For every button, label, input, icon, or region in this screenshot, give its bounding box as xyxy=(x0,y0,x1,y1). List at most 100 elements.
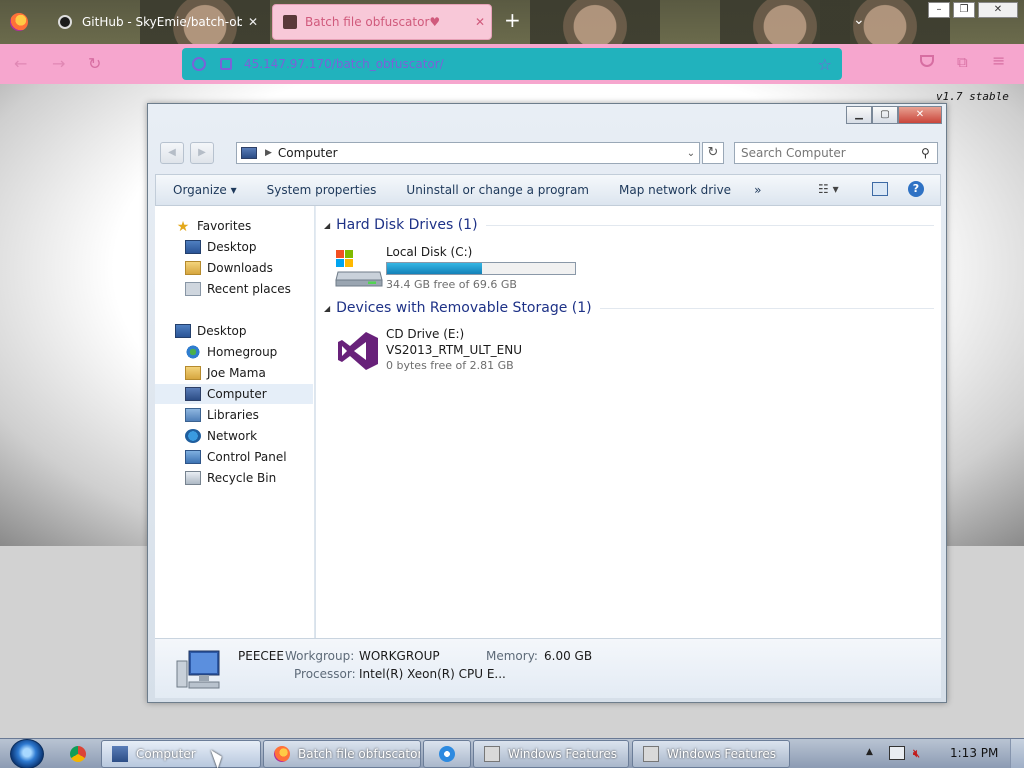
breadcrumb-chevron-icon[interactable]: ▶ xyxy=(265,148,272,158)
show-hidden-icons-icon[interactable]: ▲ xyxy=(866,747,873,757)
sidebar-item-label: Control Panel xyxy=(207,450,287,464)
computer-icon xyxy=(241,147,257,159)
hard-drive-icon xyxy=(335,250,383,287)
page-favicon-icon xyxy=(283,15,297,29)
group-header-hard-disks[interactable]: ◢ Hard Disk Drives (1) xyxy=(324,217,934,233)
url-text[interactable]: 45.147.97.170/batch_obfuscator/ xyxy=(244,57,818,71)
sidebar-item-favorites[interactable]: ★ Favorites xyxy=(155,216,313,236)
close-window-button[interactable]: ✕ xyxy=(978,2,1018,18)
sidebar-item-label: Favorites xyxy=(197,219,252,233)
close-button[interactable]: ✕ xyxy=(898,106,942,124)
close-tab-icon[interactable]: ✕ xyxy=(242,15,264,29)
sidebar-item-homegroup[interactable]: Homegroup xyxy=(155,342,313,362)
more-commands-button[interactable]: » xyxy=(746,183,769,197)
taskbar-button-firefox[interactable]: Batch file obfuscator... xyxy=(263,740,421,768)
address-bar[interactable]: ▶ Computer ⌄ xyxy=(236,142,700,164)
forward-arrow-icon[interactable]: ▶ xyxy=(190,142,214,164)
back-arrow-icon[interactable]: ◀ xyxy=(160,142,184,164)
taskbar-button-windows-features-2[interactable]: Windows Features xyxy=(632,740,790,768)
search-box[interactable]: ⚲ xyxy=(734,142,938,164)
collapse-triangle-icon[interactable]: ◢ xyxy=(324,221,330,230)
search-icon[interactable]: ⚲ xyxy=(921,146,937,160)
sidebar-item-control-panel[interactable]: Control Panel xyxy=(155,447,313,467)
taskbar-button-ie[interactable] xyxy=(423,740,471,768)
navigation-pane: ★ Favorites Desktop Downloads Recent pla… xyxy=(155,206,315,638)
sidebar-item-desktop-root[interactable]: Desktop xyxy=(155,321,313,341)
close-tab-icon[interactable]: ✕ xyxy=(469,15,491,29)
taskbar-button-windows-features[interactable]: Windows Features xyxy=(473,740,629,768)
group-title: Hard Disk Drives (1) xyxy=(336,217,478,233)
user-folder-icon xyxy=(185,366,201,380)
network-icon[interactable] xyxy=(889,746,905,760)
computer-icon xyxy=(185,387,201,401)
background-image xyxy=(530,0,660,44)
maximize-button[interactable]: ▢ xyxy=(872,106,898,124)
processor-label: Processor: xyxy=(294,667,356,681)
sidebar-item-label: Downloads xyxy=(207,261,273,275)
firefox-icon xyxy=(274,746,290,762)
start-button[interactable] xyxy=(10,739,44,768)
reload-icon[interactable]: ↻ xyxy=(88,54,101,73)
sidebar-item-desktop[interactable]: Desktop xyxy=(155,237,313,257)
breadcrumb[interactable]: Computer xyxy=(278,146,683,160)
volume-muted-icon[interactable]: 🔇︎ xyxy=(913,747,920,761)
sidebar-item-user[interactable]: Joe Mama xyxy=(155,363,313,383)
view-options-icon[interactable]: ☷ ▾ xyxy=(818,182,839,196)
chevron-down-icon[interactable]: ⌄ xyxy=(853,12,865,28)
taskbar: Computer Batch file obfuscator... Window… xyxy=(0,738,1024,768)
sidebar-item-label: Desktop xyxy=(197,324,247,338)
refresh-icon[interactable]: ↻ xyxy=(702,142,724,164)
page-info-icon[interactable] xyxy=(220,58,232,70)
network-icon xyxy=(185,429,201,443)
taskbar-button-computer[interactable]: Computer xyxy=(101,740,261,768)
taskbar-button-label: Windows Features xyxy=(667,747,776,761)
minimize-button[interactable]: – xyxy=(928,2,950,18)
firefox-icon[interactable] xyxy=(10,13,28,31)
disk-usage-fill xyxy=(387,263,483,274)
map-network-drive-button[interactable]: Map network drive xyxy=(604,183,746,197)
collapse-triangle-icon[interactable]: ◢ xyxy=(324,304,330,313)
forward-arrow-icon[interactable]: → xyxy=(52,54,65,73)
help-icon[interactable]: ? xyxy=(908,181,924,197)
preview-pane-icon[interactable] xyxy=(872,182,888,196)
sidebar-item-network[interactable]: Network xyxy=(155,426,313,446)
system-properties-button[interactable]: System properties xyxy=(252,183,392,197)
github-icon xyxy=(58,15,72,29)
uninstall-program-button[interactable]: Uninstall or change a program xyxy=(391,183,604,197)
search-input[interactable] xyxy=(735,146,921,160)
sidebar-item-recycle-bin[interactable]: Recycle Bin xyxy=(155,468,313,488)
sidebar-item-label: Desktop xyxy=(207,240,257,254)
group-header-removable[interactable]: ◢ Devices with Removable Storage (1) xyxy=(324,300,934,316)
sidebar-item-recent-places[interactable]: Recent places xyxy=(155,279,313,299)
url-bar[interactable]: 45.147.97.170/batch_obfuscator/ ☆ xyxy=(182,48,842,80)
chevron-down-icon[interactable]: ⌄ xyxy=(683,148,699,159)
sidebar-item-label: Libraries xyxy=(207,408,259,422)
sidebar-item-computer[interactable]: Computer xyxy=(155,384,313,404)
group-title: Devices with Removable Storage (1) xyxy=(336,300,592,316)
tab-title: GitHub - SkyEmie/batch-obfu xyxy=(82,15,242,29)
organize-button[interactable]: Organize ▾ xyxy=(156,183,252,197)
extensions-icon[interactable]: ⧉ xyxy=(957,53,968,71)
maximize-button[interactable]: ❐ xyxy=(953,2,975,18)
shield-icon[interactable] xyxy=(192,57,206,71)
browser-navbar: ← → ↻ 45.147.97.170/batch_obfuscator/ ☆ … xyxy=(0,44,1024,84)
chrome-icon[interactable] xyxy=(70,746,86,762)
divider xyxy=(599,307,934,309)
sidebar-item-libraries[interactable]: Libraries xyxy=(155,405,313,425)
pocket-icon[interactable] xyxy=(920,55,934,67)
show-desktop-button[interactable] xyxy=(1010,739,1024,768)
menu-icon[interactable]: ≡ xyxy=(992,51,1005,70)
minimize-button[interactable]: ▁ xyxy=(846,106,872,124)
star-icon[interactable]: ☆ xyxy=(818,55,832,74)
tab-github[interactable]: GitHub - SkyEmie/batch-obfu ✕ xyxy=(46,4,264,40)
tab-batch-obfuscator[interactable]: Batch file obfuscator♥ ✕ xyxy=(272,4,492,40)
windows-features-icon xyxy=(484,746,500,762)
back-arrow-icon[interactable]: ← xyxy=(14,54,27,73)
content-pane: ◢ Hard Disk Drives (1) Local Disk (C:) 3… xyxy=(316,206,941,638)
clock[interactable]: 1:13 PM xyxy=(950,746,998,760)
sidebar-item-label: Homegroup xyxy=(207,345,278,359)
new-tab-icon[interactable]: + xyxy=(504,8,521,32)
workgroup-label: Workgroup: xyxy=(285,649,355,663)
sidebar-item-downloads[interactable]: Downloads xyxy=(155,258,313,278)
memory-label: Memory: xyxy=(486,649,538,663)
